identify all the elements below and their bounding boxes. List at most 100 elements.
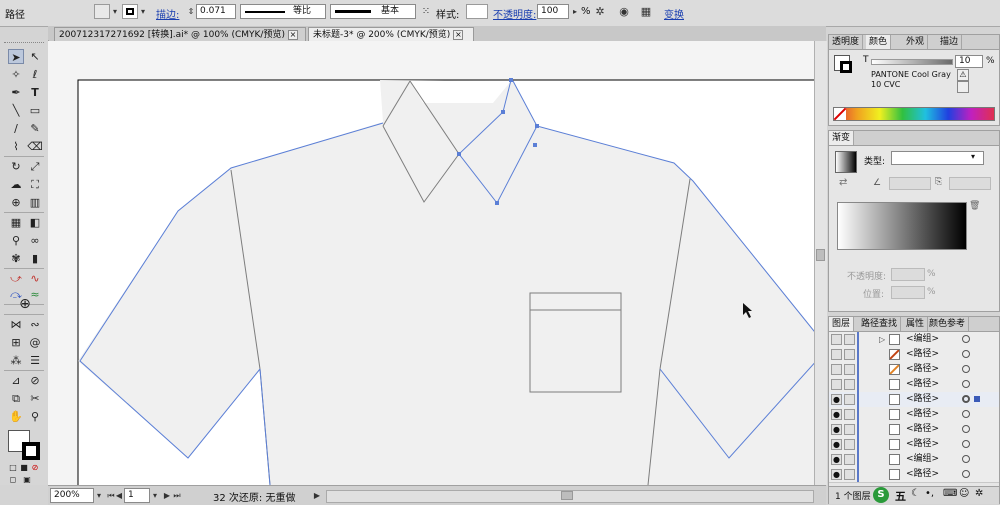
target-icon[interactable] — [962, 380, 970, 388]
stroke-indicator[interactable] — [840, 61, 852, 73]
transform-link[interactable]: 变换 — [664, 6, 684, 21]
settings-icon[interactable]: ✲ — [975, 488, 983, 499]
list-tool-icon[interactable]: ☰ — [27, 353, 43, 368]
target-icon[interactable] — [962, 365, 970, 373]
screen-mode-icon[interactable]: ▣ — [22, 475, 32, 485]
opacity-dropdown-icon[interactable]: ▸ — [570, 4, 580, 19]
stroke-swatch[interactable] — [122, 4, 138, 19]
artboard-canvas[interactable] — [48, 41, 814, 485]
rectangle-tool-icon[interactable]: ▭ — [27, 103, 43, 118]
moon-icon[interactable]: ☾ — [911, 488, 920, 499]
blob-brush-tool-icon[interactable]: ⌇ — [8, 139, 24, 154]
artboard-tool-icon[interactable]: ⋈ — [8, 317, 24, 332]
hand-tool-icon[interactable]: ✋ — [8, 409, 24, 424]
gradient-tool-icon[interactable]: ◧ — [27, 215, 43, 230]
line-tool-icon[interactable]: ╲ — [8, 103, 24, 118]
shirt-artwork[interactable] — [48, 41, 814, 485]
measure-tool-icon[interactable]: ⊿ — [8, 373, 24, 388]
color-mode-icon[interactable]: □ — [8, 463, 18, 473]
gradient-slider[interactable] — [837, 202, 967, 250]
paintbrush-tool-icon[interactable]: ∕ — [8, 121, 24, 136]
delete-stop-icon[interactable]: 🗑 — [969, 201, 980, 211]
target-icon[interactable] — [962, 455, 970, 463]
shape-builder-tool-icon[interactable]: ⊕ — [8, 195, 24, 210]
reverse-gradient-icon[interactable]: ⇄ — [839, 177, 847, 188]
stop-opacity-field[interactable] — [891, 268, 925, 281]
zoom-tool-icon[interactable]: ⚲ — [27, 409, 43, 424]
layer-row[interactable]: ● <路径> — [829, 422, 999, 438]
brush-select[interactable]: 基本 — [330, 4, 416, 19]
mesh-tool-icon[interactable]: ⊞ — [8, 335, 24, 350]
keyboard-icon[interactable]: ⌨ — [943, 488, 957, 499]
h-scroll-thumb[interactable] — [561, 491, 573, 500]
stroke-label-link[interactable]: 描边: — [156, 6, 179, 21]
none-mode-icon[interactable]: ⊘ — [30, 463, 40, 473]
next-artboard-icon[interactable]: ▶ — [162, 488, 172, 503]
target-icon[interactable] — [962, 410, 970, 418]
stroke-weight-stepper-icon[interactable]: ⇕ — [186, 4, 196, 19]
pencil-tool-icon[interactable]: ✎ — [27, 121, 43, 136]
lasso-tool-icon[interactable]: ℓ — [27, 67, 43, 82]
tab-document-2[interactable]: 未标题-3* @ 200% (CMYK/预览) × — [308, 27, 474, 41]
stroke-color-swatch[interactable] — [22, 442, 40, 460]
target-icon[interactable] — [962, 335, 970, 343]
location-field[interactable] — [891, 286, 925, 299]
target-icon[interactable] — [962, 440, 970, 448]
artboard-number-field[interactable]: 1 — [124, 488, 150, 503]
eraser-tool-icon[interactable]: ⌫ — [27, 139, 43, 154]
recolor-icon[interactable]: ✲ — [593, 4, 607, 19]
tab-pathfinder[interactable]: 路径查找 — [858, 317, 902, 331]
target-tool-icon[interactable]: ⊕ — [17, 297, 33, 312]
tab-color[interactable]: 颜色 — [866, 35, 892, 49]
tab-attributes[interactable]: 属性 — [903, 317, 929, 331]
angle-field[interactable] — [889, 177, 931, 190]
tint-slider[interactable] — [871, 59, 953, 65]
fill-dropdown-icon[interactable]: ▾ — [110, 4, 120, 19]
tint-field[interactable]: 10 — [955, 55, 983, 68]
horizontal-scrollbar[interactable] — [326, 490, 814, 503]
tab-stroke[interactable]: 描边 — [937, 35, 963, 49]
normal-draw-icon[interactable]: ◻ — [8, 475, 18, 485]
tab-appearance[interactable]: 外观 — [903, 35, 929, 49]
layer-row[interactable]: <路径> — [829, 362, 999, 378]
last-artboard-icon[interactable]: ⏭ — [172, 488, 182, 503]
layer-row[interactable]: ● <路径> — [829, 392, 999, 408]
stroke-dropdown-icon[interactable]: ▾ — [138, 4, 148, 19]
isolate-icon[interactable]: ◉ — [618, 4, 630, 19]
slice-tool-icon[interactable]: ⊘ — [27, 373, 43, 388]
gradient-mode-icon[interactable]: ■ — [19, 463, 29, 473]
live-paint-tool-icon[interactable]: ▥ — [27, 195, 43, 210]
scale-tool-icon[interactable]: ⤢ — [27, 159, 43, 174]
tab-transparency[interactable]: 透明度 — [829, 35, 864, 49]
wave-tool-icon[interactable]: ∾ — [27, 317, 43, 332]
blend-tool-icon[interactable]: ∞ — [27, 233, 43, 248]
crop-tool-icon[interactable]: ⧉ — [8, 391, 24, 406]
artboard-dropdown-icon[interactable]: ▾ — [150, 488, 160, 503]
rotate-tool-icon[interactable]: ↻ — [8, 159, 24, 174]
close-icon[interactable]: × — [287, 30, 298, 40]
target-icon[interactable] — [962, 425, 970, 433]
target-icon[interactable] — [962, 395, 970, 403]
none-swatch[interactable] — [833, 107, 847, 121]
layer-row[interactable]: <路径> — [829, 347, 999, 363]
layer-row[interactable]: ▷ <编组> — [829, 332, 999, 348]
out-of-gamut-icon[interactable]: ⚠ — [957, 69, 969, 81]
target-icon[interactable] — [962, 470, 970, 478]
layer-row[interactable]: ● <编组> — [829, 452, 999, 468]
pen-tool-icon[interactable]: ✒ — [8, 85, 24, 100]
opacity-label-link[interactable]: 不透明度: — [493, 6, 536, 21]
web-safe-icon[interactable] — [957, 81, 969, 93]
selection-tool-icon[interactable]: ➤ — [8, 49, 24, 64]
curvature-tool-icon[interactable]: ∿ — [27, 271, 43, 286]
opacity-field[interactable]: 100 — [537, 4, 569, 19]
expand-triangle-icon[interactable]: ▷ — [879, 333, 885, 346]
user-icon[interactable]: ☺ — [959, 488, 969, 499]
tab-gradient[interactable]: 渐变 — [829, 131, 855, 145]
punctuation-icon[interactable]: •, — [925, 488, 934, 499]
tab-color-guide[interactable]: 颜色参考 — [926, 317, 970, 331]
eyedropper-tool-icon[interactable]: ⚲ — [8, 233, 24, 248]
style-swatch[interactable] — [466, 4, 488, 19]
stroke-weight-field[interactable]: 0.071 — [196, 4, 236, 19]
align-icon[interactable]: ▦ — [640, 4, 652, 19]
gradient-type-dropdown-icon[interactable]: ▾ — [971, 152, 975, 161]
